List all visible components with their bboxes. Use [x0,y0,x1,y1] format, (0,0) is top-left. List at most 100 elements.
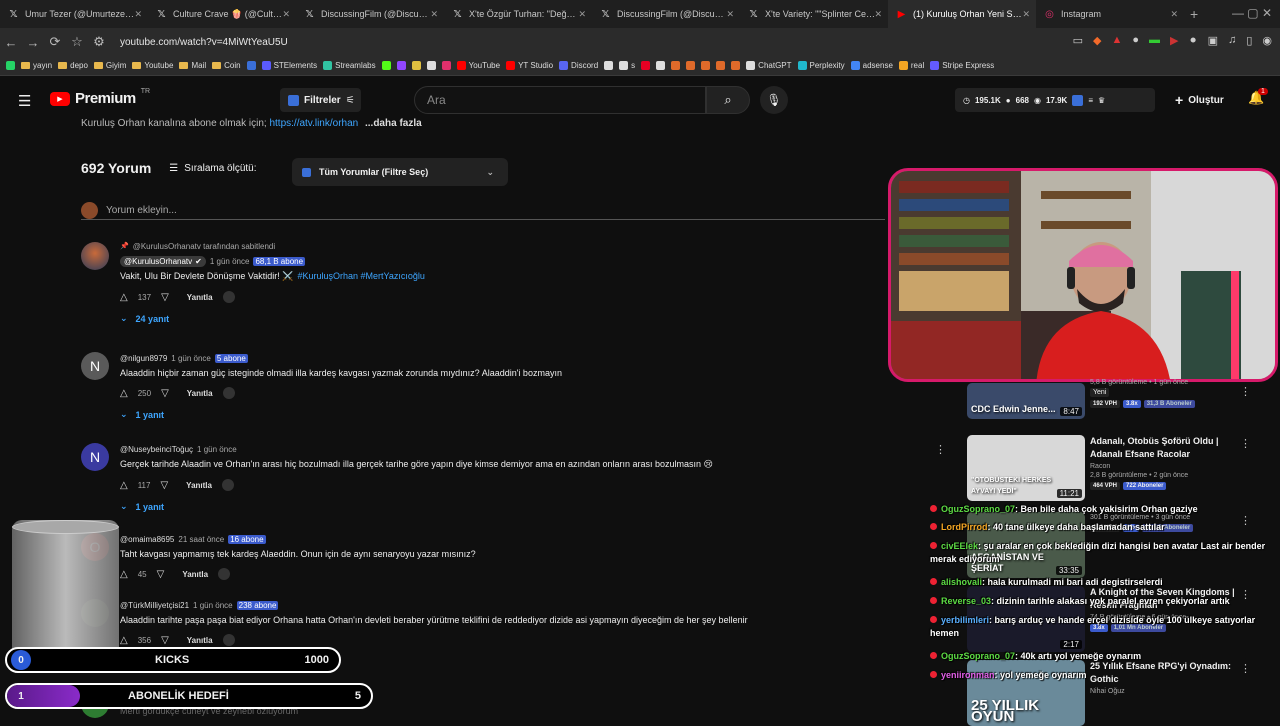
window-controls[interactable]: — ▢ ✕ [1232,6,1272,20]
more-actions-icon[interactable]: ⋮ [1240,385,1251,398]
back-icon[interactable]: ← [0,35,22,50]
more-actions-icon[interactable]: ⋮ [1240,437,1251,450]
bookmark-item[interactable]: STElements [261,61,317,70]
bookmark-item[interactable]: YouTube [456,61,500,70]
video-info[interactable]: Adanalı, Otobüs Şoförü Oldu | Adanalı Ef… [1090,435,1240,490]
bookmark-item[interactable]: real [898,61,924,70]
comment-filter-dropdown[interactable]: Tüm Yorumlar (Filtre Seç) ⌄ [292,158,508,186]
reply-button[interactable]: Yanıtla [187,636,213,645]
like-icon[interactable]: △ [120,388,128,399]
extension-action-icon[interactable] [222,291,235,303]
close-tab-icon[interactable]: ✕ [1022,9,1030,20]
like-icon[interactable]: △ [120,292,128,303]
browser-tab[interactable]: 𝕏 Culture Crave 🍿 (@CultureCr...✕ [148,0,296,28]
comment-time[interactable]: 21 saat önce [178,535,224,544]
bookmark-item[interactable] [716,61,726,70]
bookmark-item[interactable]: Mail [179,61,206,70]
bookmark-item[interactable] [731,61,741,70]
bookmark-item[interactable] [441,61,451,70]
dislike-icon[interactable]: ▽ [160,480,168,491]
close-tab-icon[interactable]: ✕ [430,9,438,20]
media-icon[interactable]: ♫ [1228,34,1236,47]
comment-time[interactable]: 1 gün önce [171,354,211,363]
bookmark-item[interactable]: Youtube [132,61,173,70]
close-tab-icon[interactable]: ✕ [874,9,882,20]
extension-action-icon[interactable] [222,634,235,646]
cast-icon[interactable]: ▭ [1073,34,1083,47]
channel-name[interactable]: Racon [1090,463,1240,470]
extension-icon[interactable]: ▶ [1170,34,1178,47]
browser-tab[interactable]: ▶ (1) Kuruluş Orhan Yeni Se... ✕ [888,0,1036,28]
comment-author[interactable]: @KurulusOrhanatv ✔ [120,255,206,267]
bookmark-item[interactable] [396,61,406,70]
add-comment-field[interactable]: Yorum ekleyin... [81,201,885,220]
bookmark-item[interactable]: ChatGPT [746,61,792,70]
sidebar-icon[interactable]: ▯ [1246,34,1252,47]
avatar[interactable]: N [81,443,109,471]
hashtag-links[interactable]: #KuruluşOrhan #MertYazıcıoğlu [297,271,424,281]
create-button[interactable]: + Oluştur [1165,86,1235,114]
bookmark-item[interactable] [604,61,614,70]
bookmark-item[interactable]: Giyim [93,61,126,70]
bookmark-item[interactable]: s [619,61,635,70]
video-thumbnail[interactable]: "OTOBÜSTEKİ HERKES AYVAYI YEDİ" 11:21 [967,435,1085,501]
comment-author[interactable]: @TürkMilliyetçisi21 [120,601,189,610]
bookmark-icon[interactable]: ☆ [66,34,88,50]
bookmark-item[interactable]: Discord [559,61,598,70]
new-tab-button[interactable]: + [1190,6,1198,22]
sort-button[interactable]: ☰ Sıralama ölçütü: [169,163,256,174]
bookmark-item[interactable]: Streamlabs [323,61,376,70]
extension-action-icon[interactable] [221,479,234,491]
forward-icon[interactable]: → [22,35,44,50]
bookmark-item[interactable] [426,61,436,70]
comment-author[interactable]: @nilgun8979 [120,354,167,363]
bookmark-item[interactable] [641,61,651,70]
video-info[interactable]: 5,8 B görüntüleme • 1 gün önce Yeni 192 VP… [1090,377,1240,408]
comment-time[interactable]: 1 gün önce [210,257,250,266]
view-replies-button[interactable]: ⌄ 24 yanıt [120,313,880,324]
search-input[interactable]: Ara [414,86,706,114]
close-tab-icon[interactable]: ✕ [726,9,734,20]
alert-icon[interactable]: ▲ [1111,34,1122,47]
bookmark-item[interactable] [686,61,696,70]
channel-name[interactable]: Nihai Oğuz [1090,688,1240,695]
dislike-icon[interactable]: ▽ [157,569,165,580]
close-tab-icon[interactable]: ✕ [282,9,290,20]
dislike-icon[interactable]: ▽ [161,635,169,646]
bookmark-item[interactable]: depo [58,61,88,70]
bookmark-item[interactable]: Stripe Express [930,61,994,70]
extension-icon[interactable]: ▬ [1149,34,1160,47]
video-title[interactable]: Adanalı, Otobüs Şoförü Oldu | Adanalı Ef… [1090,435,1240,461]
bookmark-item[interactable] [381,61,391,70]
view-replies-button[interactable]: ⌄ 1 yanıt [120,409,880,420]
like-icon[interactable]: △ [120,480,128,491]
url-field[interactable]: youtube.com/watch?v=4MiWtYeaU5U [120,37,288,48]
extension-action-icon[interactable] [222,387,235,399]
voice-search-button[interactable]: 🎙 [760,86,788,114]
view-replies-button[interactable]: ⌄ 1 yanıt [120,501,880,512]
extension-icon[interactable]: ▣ [1208,34,1218,47]
extension-action-icon[interactable] [218,568,231,580]
bookmark-item[interactable] [656,61,666,70]
video-thumbnail[interactable]: CDC Edwin Jenne... 8:47 [967,383,1085,419]
comment-time[interactable]: 1 gün önce [193,601,233,610]
reply-button[interactable]: Yanıtla [186,481,212,490]
youtube-logo[interactable]: ▶ Premium TR [50,88,150,107]
browser-tab[interactable]: 𝕏 X'te Özgür Turhan: "Değerli ar...✕ [444,0,592,28]
more-actions-icon[interactable]: ⋮ [935,443,946,456]
bookmark-item[interactable] [411,61,421,70]
filter-button[interactable]: Filtreler ⚟ [280,88,361,112]
trophy-icon[interactable]: ♛ [1098,96,1105,105]
bookmark-item[interactable]: adsense [850,61,893,70]
bookmark-item[interactable]: Perplexity [797,61,845,70]
reply-button[interactable]: Yanıtla [182,570,208,579]
close-tab-icon[interactable]: ✕ [578,9,586,20]
browser-tab[interactable]: 𝕏 DiscussingFilm (@DiscussingFi...✕ [296,0,444,28]
reply-button[interactable]: Yanıtla [187,293,213,302]
list-icon[interactable]: ≡ [1088,96,1093,105]
browser-tab[interactable]: ◎ Instagram ✕ [1036,0,1184,28]
avatar[interactable]: N [81,352,109,380]
show-more-link[interactable]: ...daha fazla [365,118,422,129]
profile-icon[interactable]: ◉ [1262,34,1272,47]
browser-tab[interactable]: 𝕏 DiscussingFilm (@DiscussingFi...✕ [592,0,740,28]
